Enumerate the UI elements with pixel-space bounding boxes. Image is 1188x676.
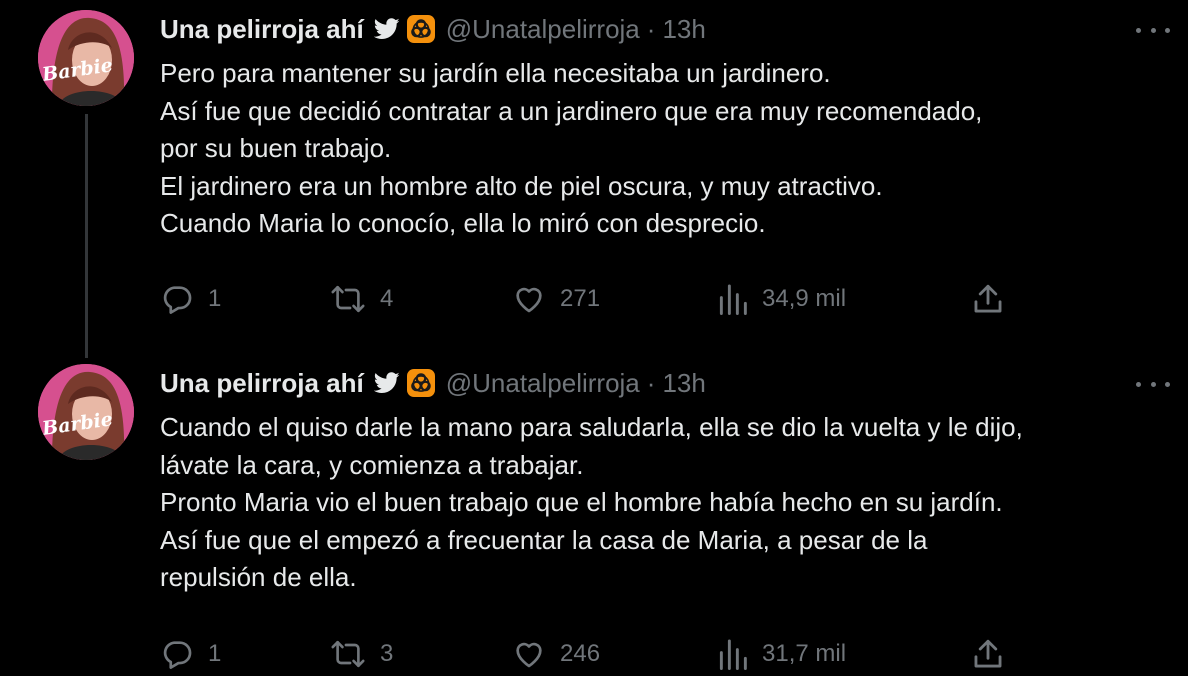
tweet-text-line: lávate la cara, y comienza a trabajar. bbox=[160, 449, 584, 480]
tweet-text-line: Así fue que decidió contratar a un jardi… bbox=[160, 95, 983, 126]
tweet[interactable]: Barbie Una pelirroja ahí @Unatalpelirroj… bbox=[0, 356, 1188, 676]
like-count: 246 bbox=[560, 640, 601, 667]
tweet-text: Cuando el quiso darle la mano para salud… bbox=[160, 409, 1170, 597]
timestamp[interactable]: 13h bbox=[662, 368, 705, 399]
avatar[interactable]: Barbie bbox=[38, 10, 134, 106]
display-name[interactable]: Una pelirroja ahí bbox=[160, 368, 364, 399]
tweet-text-line: Cuando Maria lo conocío, ella lo miró co… bbox=[160, 208, 766, 238]
heart-icon bbox=[512, 282, 546, 316]
timestamp[interactable]: 13h bbox=[662, 14, 705, 45]
views-count: 31,7 mil bbox=[762, 640, 847, 667]
biohazard-icon bbox=[406, 368, 436, 398]
avatar[interactable]: Barbie bbox=[38, 364, 134, 460]
heart-icon bbox=[512, 637, 546, 671]
reply-button[interactable]: 1 bbox=[160, 281, 221, 317]
views-count: 34,9 mil bbox=[762, 285, 847, 312]
separator-dot: · bbox=[646, 13, 656, 44]
retweet-count: 3 bbox=[380, 640, 394, 667]
handle[interactable]: @Unatalpelirroja bbox=[446, 14, 640, 45]
share-icon bbox=[972, 637, 1004, 671]
share-icon bbox=[972, 282, 1004, 316]
thread-line bbox=[85, 114, 88, 358]
tweet[interactable]: Barbie Una pelirroja ahí @Unatalpelirroj… bbox=[0, 0, 1188, 358]
reply-count: 1 bbox=[208, 640, 222, 667]
tweet-text-line: El jardinero era un hombre alto de piel … bbox=[160, 170, 883, 201]
like-count: 271 bbox=[560, 285, 601, 312]
views-icon bbox=[718, 283, 748, 315]
tweet-text-line: Cuando el quiso darle la mano para salud… bbox=[160, 412, 1023, 442]
retweet-icon bbox=[330, 637, 366, 671]
like-button[interactable]: 246 bbox=[512, 636, 600, 672]
share-button[interactable] bbox=[972, 636, 1004, 672]
tweet-text-line: Pronto Maria vio el buen trabajo que el … bbox=[160, 487, 1003, 517]
views-icon bbox=[718, 638, 748, 670]
bird-icon bbox=[373, 18, 400, 40]
reply-icon bbox=[160, 282, 194, 316]
tweet-text-line: por su buen trabajo. bbox=[160, 133, 392, 163]
tweet-text-line: repulsión de ella. bbox=[160, 562, 357, 592]
tweet-text-line: Así fue que el empezó a frecuentar la ca… bbox=[160, 524, 928, 555]
more-icon[interactable] bbox=[1136, 374, 1170, 394]
reply-icon bbox=[160, 637, 194, 671]
separator-dot: · bbox=[646, 367, 656, 398]
retweet-count: 4 bbox=[380, 285, 394, 312]
tweet-header: Una pelirroja ahí @Unatalpelirroja · 13h bbox=[160, 12, 706, 46]
tweet-text-line: Pero para mantener su jardín ella necesi… bbox=[160, 58, 831, 88]
retweet-icon bbox=[330, 282, 366, 316]
like-button[interactable]: 271 bbox=[512, 281, 600, 317]
reply-button[interactable]: 1 bbox=[160, 636, 221, 672]
handle[interactable]: @Unatalpelirroja bbox=[446, 368, 640, 399]
tweet-actions: 1 4 271 34,9 mil bbox=[160, 281, 1180, 317]
tweet-header: Una pelirroja ahí @Unatalpelirroja · 13h bbox=[160, 366, 706, 400]
retweet-button[interactable]: 4 bbox=[330, 281, 393, 317]
tweet-actions: 1 3 246 31,7 mil bbox=[160, 636, 1180, 672]
more-icon[interactable] bbox=[1136, 20, 1170, 40]
share-button[interactable] bbox=[972, 281, 1004, 317]
retweet-button[interactable]: 3 bbox=[330, 636, 393, 672]
tweet-text: Pero para mantener su jardín ella necesi… bbox=[160, 55, 1170, 243]
reply-count: 1 bbox=[208, 285, 222, 312]
timeline: Barbie Una pelirroja ahí @Unatalpelirroj… bbox=[0, 0, 1188, 676]
biohazard-icon bbox=[406, 14, 436, 44]
views-button[interactable]: 31,7 mil bbox=[718, 636, 846, 672]
bird-icon bbox=[373, 372, 400, 394]
display-name[interactable]: Una pelirroja ahí bbox=[160, 14, 364, 45]
views-button[interactable]: 34,9 mil bbox=[718, 281, 846, 317]
